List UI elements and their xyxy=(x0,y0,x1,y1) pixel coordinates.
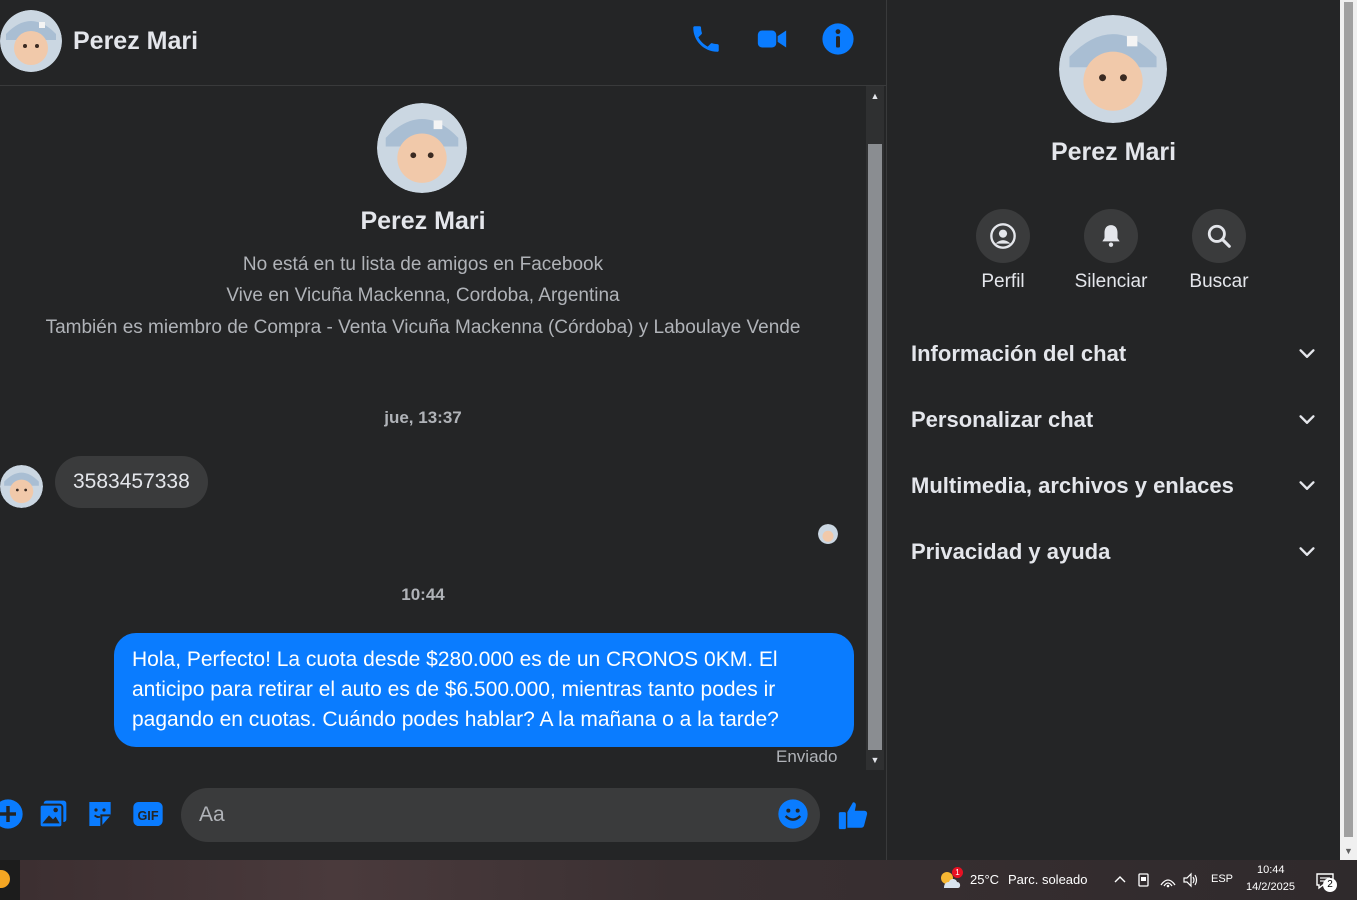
search-icon xyxy=(1192,209,1246,263)
incoming-message[interactable]: 3583457338 xyxy=(55,456,208,508)
message-list[interactable]: Perez Mari No está en tu lista de amigos… xyxy=(0,86,866,770)
intro-friend-status: No está en tu lista de amigos en Faceboo… xyxy=(242,254,604,275)
section-privacy-help[interactable]: Privacidad y ayuda xyxy=(911,527,1318,577)
video-icon[interactable] xyxy=(755,22,789,56)
contact-avatar[interactable] xyxy=(0,10,62,72)
chevron-down-icon xyxy=(1299,547,1315,556)
section-chat-info[interactable]: Información del chat xyxy=(911,329,1318,379)
wifi-icon[interactable] xyxy=(1159,871,1177,889)
intro-location: Vive en Vicuña Mackenna, Cordoba, Argent… xyxy=(226,285,620,306)
scroll-thumb[interactable] xyxy=(868,144,882,750)
chevron-down-icon xyxy=(1299,349,1315,358)
sent-status: Enviado xyxy=(776,747,838,766)
mute-action-button[interactable]: Silenciar xyxy=(1056,209,1166,293)
scroll-down-arrow[interactable]: ▼ xyxy=(866,752,884,768)
section-media-files-links[interactable]: Multimedia, archivos y enlaces xyxy=(911,461,1318,511)
message-input[interactable] xyxy=(181,788,820,842)
window-scroll-thumb[interactable] xyxy=(1344,2,1353,837)
section-customize-chat[interactable]: Personalizar chat xyxy=(911,395,1318,445)
browser-icon xyxy=(0,870,10,888)
window-scrollbar[interactable]: ▼ xyxy=(1340,0,1357,860)
message-timestamp: 10:44 xyxy=(401,585,445,604)
sender-avatar[interactable] xyxy=(0,465,43,508)
section-label: Privacidad y ayuda xyxy=(911,539,1111,564)
section-label: Personalizar chat xyxy=(911,407,1094,432)
clock-date[interactable]: 14/2/2025 xyxy=(1246,881,1295,893)
weather-temperature[interactable]: 25°C xyxy=(970,872,999,887)
window-scroll-down-arrow[interactable]: ▼ xyxy=(1340,843,1357,860)
search-action-button[interactable]: Buscar xyxy=(1164,209,1274,293)
svg-text:GIF: GIF xyxy=(137,809,158,823)
info-avatar[interactable] xyxy=(1059,15,1167,123)
taskbar: 1 25°C Parc. soleado ESP 10:44 14/2/2025 xyxy=(0,860,1357,900)
sticker-icon[interactable] xyxy=(84,798,116,830)
phone-icon[interactable] xyxy=(689,22,723,56)
section-label: Información del chat xyxy=(911,341,1127,366)
chevron-down-icon xyxy=(1299,481,1315,490)
info-icon[interactable] xyxy=(821,22,855,56)
chat-info-panel: Perez Mari Perfil Silenciar Buscar Infor… xyxy=(887,0,1340,860)
section-label: Multimedia, archivos y enlaces xyxy=(911,473,1234,498)
intro-name: Perez Mari xyxy=(360,207,486,235)
outgoing-message[interactable]: Hola, Perfecto! La cuota desde $280.000 … xyxy=(114,633,854,747)
chevron-up-icon[interactable] xyxy=(1111,871,1129,889)
intro-groups: También es miembro de Compra - Venta Vic… xyxy=(45,317,801,338)
taskbar-app-button[interactable] xyxy=(0,860,20,900)
message-timestamp: jue, 13:37 xyxy=(384,408,462,427)
intro-avatar xyxy=(377,103,467,193)
notification-count: 2 xyxy=(1323,878,1337,892)
profile-action-label: Perfil xyxy=(981,271,1025,292)
search-action-label: Buscar xyxy=(1189,271,1249,292)
bell-icon xyxy=(1084,209,1138,263)
mute-action-label: Silenciar xyxy=(1074,271,1148,292)
clock-time[interactable]: 10:44 xyxy=(1257,864,1285,876)
chevron-down-icon xyxy=(1299,415,1315,424)
weather-description[interactable]: Parc. soleado xyxy=(1008,872,1088,887)
profile-icon xyxy=(976,209,1030,263)
meet-icon[interactable] xyxy=(1135,871,1153,889)
image-icon[interactable] xyxy=(37,798,69,830)
contact-name[interactable]: Perez Mari xyxy=(73,27,198,56)
gif-icon[interactable]: GIF xyxy=(132,798,164,830)
emoji-icon[interactable] xyxy=(777,798,809,830)
language-indicator[interactable]: ESP xyxy=(1211,873,1233,885)
composer: GIF xyxy=(0,770,886,860)
volume-icon[interactable] xyxy=(1182,871,1200,889)
profile-action-button[interactable]: Perfil xyxy=(948,209,1058,293)
chat-pane: Perez Mari Perez Mari No está en tu list… xyxy=(0,0,886,860)
weather-badge: 1 xyxy=(952,867,963,878)
thumbs-up-icon[interactable] xyxy=(836,798,868,830)
chat-header: Perez Mari xyxy=(0,0,886,86)
messenger-window: Perez Mari Perez Mari No está en tu list… xyxy=(0,0,1357,900)
message-scrollbar[interactable]: ▲ ▼ xyxy=(866,86,884,770)
seen-indicator-avatar xyxy=(818,524,838,544)
scroll-up-arrow[interactable]: ▲ xyxy=(866,88,884,104)
plus-icon[interactable] xyxy=(0,798,24,830)
info-name: Perez Mari xyxy=(1050,138,1177,166)
